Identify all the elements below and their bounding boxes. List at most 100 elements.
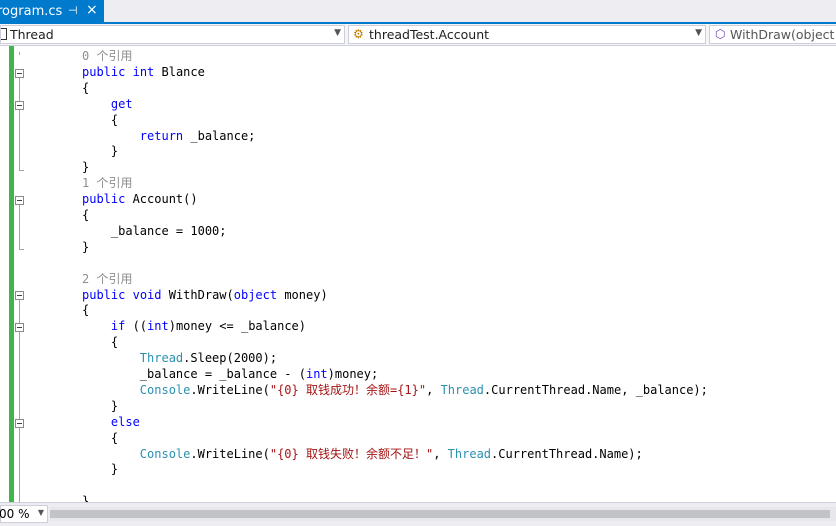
code-token: "{0} 取钱失败！余额不足！" [269,446,434,461]
method-icon: ⬡ [715,27,726,41]
code-token: .CurrentThread.Name, _balance); [483,382,708,397]
document-tab-strip: rogram.cs ⊣ × [0,0,836,24]
code-line[interactable]: Console.WriteLine("{0} 取钱成功！余额={1}", Thr… [82,382,708,398]
code-editor[interactable]: 0 个引用 public int Blance{ get { return _ba… [0,46,836,502]
class-icon: ⚙ [353,27,364,41]
code-token: Thread [139,351,184,366]
code-token: } [82,160,90,175]
outline-guide [19,76,20,170]
code-token: object [233,287,278,302]
code-line[interactable]: } [82,461,118,477]
code-line[interactable]: _balance = _balance - (int)money; [82,366,378,382]
type-dropdown[interactable]: ⚙ threadTest.Account ▼ [348,25,706,44]
code-token: .WriteLine( [190,446,270,461]
code-line[interactable]: public void WithDraw(object money) [82,287,328,303]
navigation-bar: Thread ▼ ⚙ threadTest.Account ▼ ⬡ WithDr… [0,24,836,46]
code-line[interactable]: { [82,334,118,350]
code-line[interactable]: { [82,207,89,223]
code-token: int [147,319,169,334]
collapse-toggle-icon[interactable] [15,101,24,110]
code-line[interactable]: { [82,80,89,96]
code-token: .WriteLine( [190,382,270,397]
code-line[interactable]: get [82,96,133,112]
tab-program-cs[interactable]: rogram.cs ⊣ × [0,0,104,24]
code-line[interactable]: { [82,112,118,128]
code-token: else [110,414,140,429]
editor-bottom-bar: 00 % ▼ [0,502,836,526]
collapse-toggle-icon[interactable] [15,291,24,300]
chevron-down-icon: ▼ [37,508,44,517]
code-line[interactable]: 2 个引用 [82,271,132,287]
zoom-dropdown[interactable]: 00 % ▼ [0,505,48,523]
code-line[interactable]: } [82,398,118,414]
code-line[interactable]: { [82,430,118,446]
member-dropdown[interactable]: ⬡ WithDraw(object m [709,25,836,44]
code-token: )money; [327,367,379,381]
code-token: int [132,64,155,79]
codelens-reference-count[interactable]: 0 个引用 [82,49,132,63]
code-line[interactable]: _balance = 1000; [82,223,227,239]
code-token: return [139,128,184,143]
code-token: if [110,319,126,334]
code-token: _balance = _balance - ( [82,367,306,381]
zoom-level: 00 % [0,507,30,521]
outline-guide [19,203,20,249]
member-dropdown-label: WithDraw(object m [730,27,836,42]
code-token: { [82,208,90,222]
code-line[interactable]: } [82,159,89,175]
collapse-toggle-icon[interactable] [15,196,24,205]
code-line[interactable]: Thread.Sleep(2000); [82,350,277,366]
code-line[interactable]: 1 个引用 [82,175,132,191]
collapse-toggle-icon[interactable] [15,419,24,428]
code-line[interactable]: public int Blance [82,64,205,80]
project-icon [1,28,7,40]
codelens-reference-count[interactable]: 1 个引用 [82,176,132,190]
code-line[interactable]: return _balance; [82,128,256,144]
pin-icon[interactable]: ⊣ [68,4,78,17]
collapse-toggle-icon[interactable] [15,69,24,78]
type-dropdown-label: threadTest.Account [369,27,490,42]
code-token: { [82,303,90,318]
code-token: public [82,287,126,302]
code-token: _balance; [183,128,256,143]
code-line[interactable]: } [82,239,89,255]
code-line[interactable]: Console.WriteLine("{0} 取钱失败！余额不足！", Thre… [82,446,643,462]
code-token: } [82,144,119,159]
code-token: .CurrentThread.Name); [491,446,643,461]
collapse-toggle-icon[interactable] [15,323,24,332]
code-line[interactable]: 0 个引用 [82,48,132,64]
code-token: void [132,287,162,302]
close-icon[interactable]: × [86,2,98,18]
horizontal-scrollbar[interactable] [50,507,836,521]
code-token: Thread [440,382,484,397]
code-token: "{0} 取钱成功！余额={1}" [269,382,427,397]
code-line[interactable]: } [82,143,118,159]
code-line[interactable]: public Account() [82,191,198,207]
project-dropdown[interactable]: Thread ▼ [0,25,345,44]
code-token: money) [277,287,328,302]
code-token: get [110,96,133,111]
tab-title: rogram.cs [0,4,63,19]
code-line[interactable]: else [82,414,140,430]
code-token: public [82,64,126,79]
codelens-reference-count[interactable]: 2 个引用 [82,272,132,286]
chevron-down-icon: ▼ [334,28,341,38]
code-token: } [82,398,119,413]
code-token: Console [139,382,191,397]
project-dropdown-label: Thread [10,27,54,42]
code-token: Blance [154,64,205,79]
code-token: int [305,367,328,381]
code-line[interactable]: { [82,302,89,318]
code-token: } [82,494,90,502]
code-token: } [82,239,90,254]
code-line[interactable]: if ((int)money <= _balance) [82,318,306,334]
change-tracking-bar [9,46,14,502]
code-token: { [82,430,119,445]
code-line[interactable]: } [82,493,89,502]
outline-guide [19,52,20,55]
code-token: , [426,382,441,397]
scrollbar-thumb[interactable] [50,510,830,518]
